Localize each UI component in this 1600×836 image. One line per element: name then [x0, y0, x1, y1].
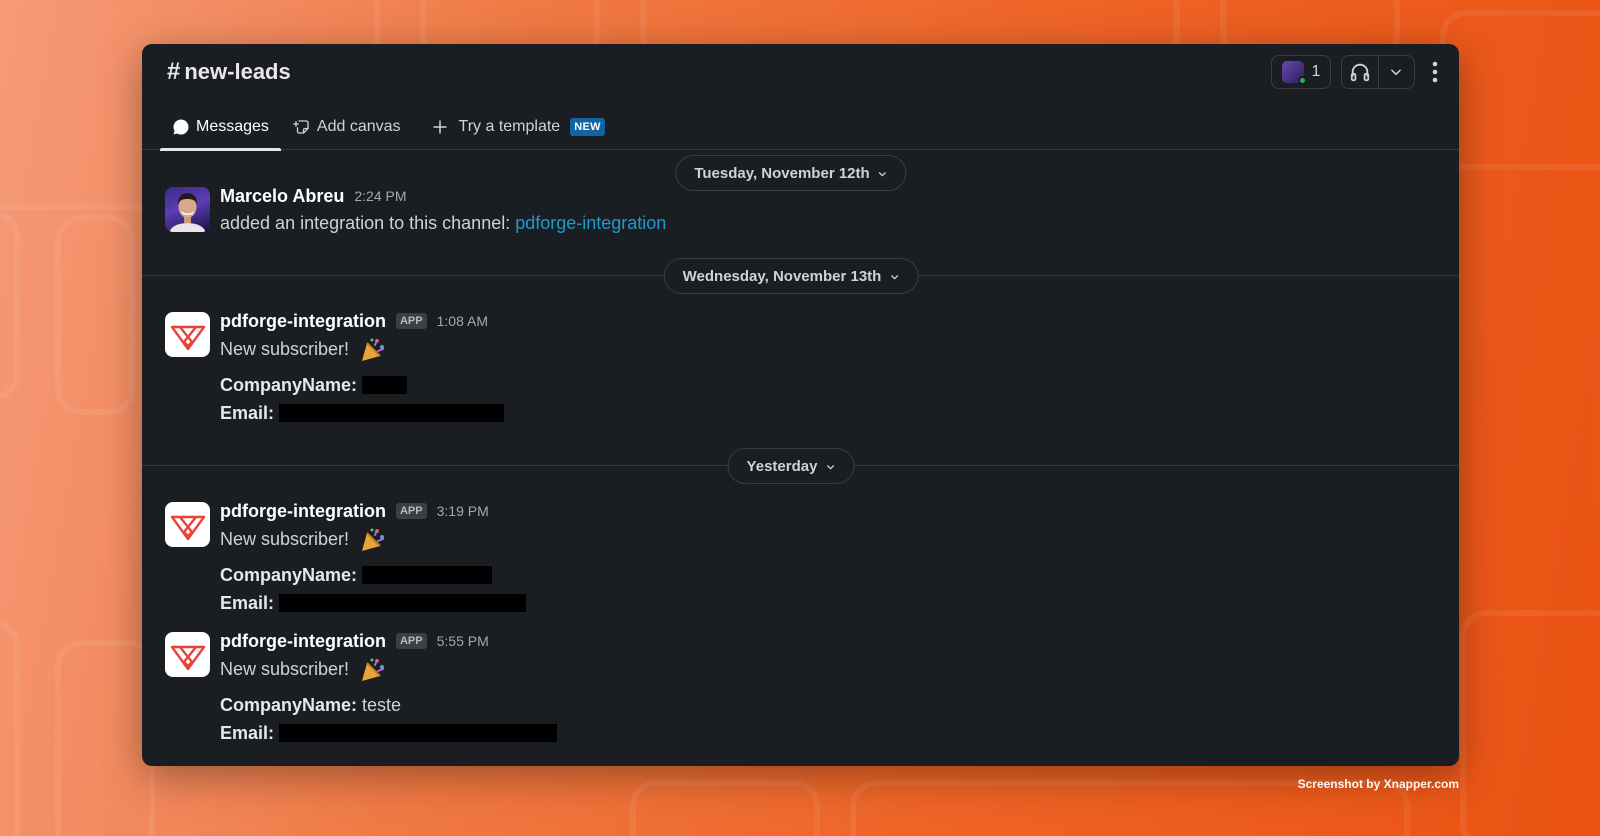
field-label: CompanyName: [220, 375, 358, 396]
new-badge: NEW [570, 117, 605, 136]
hash-icon: # [167, 58, 181, 85]
tab-messages[interactable]: Messages [160, 103, 281, 151]
member-count: 1 [1311, 63, 1321, 80]
tab-label: Add canvas [316, 117, 401, 135]
email-field: Email: [220, 719, 1439, 747]
slack-channel-window: # new-leads 1 Messages Add canvas Try a … [142, 44, 1459, 766]
members-button[interactable]: 1 [1271, 55, 1331, 89]
pdforge-logo-icon [170, 515, 205, 540]
message-text-body: New subscriber! [220, 659, 350, 679]
message-author[interactable]: pdforge-integration [220, 311, 386, 332]
app-badge: APP [395, 633, 427, 649]
background-tile [1440, 10, 1600, 170]
header-actions: 1 [1271, 55, 1445, 89]
app-badge: APP [395, 503, 427, 519]
redacted-block [279, 724, 558, 743]
avatar[interactable] [165, 632, 210, 677]
channel-tabs: Messages Add canvas Try a template NEW [160, 103, 617, 151]
background-tile [0, 620, 20, 836]
channel-name: new-leads [184, 59, 291, 84]
message-text: New subscriber! [220, 525, 1439, 553]
headphones-icon [1350, 63, 1369, 82]
redacted-block [362, 376, 408, 395]
confetti-icon [362, 338, 385, 362]
chevron-down-icon [890, 274, 898, 279]
online-status-dot [1297, 76, 1307, 85]
chevron-down-icon [1391, 69, 1402, 76]
message-text-body: New subscriber! [220, 339, 350, 359]
background-tile [55, 215, 135, 415]
message-text-body: New subscriber! [220, 529, 350, 549]
tab-label: Try a template [458, 117, 561, 135]
email-field: Email: [220, 589, 1439, 617]
message-item[interactable]: pdforge-integration APP 1:08 AM New subs… [165, 310, 1439, 427]
avatar[interactable] [165, 502, 210, 547]
background-tile [0, 210, 20, 400]
field-label: Email: [220, 593, 275, 614]
chevron-down-icon [879, 171, 887, 176]
date-label: Wednesday, November 13th [682, 267, 882, 285]
message-list: Tuesday, November 12th Marcelo Abreu 2:2… [142, 150, 1459, 766]
message-item[interactable]: pdforge-integration APP 3:19 PM New subs… [165, 500, 1439, 617]
date-label: Tuesday, November 12th [694, 164, 870, 182]
plus-icon [432, 119, 447, 134]
member-avatar [1281, 61, 1307, 85]
message-text-body: added an integration to this channel: [220, 213, 516, 233]
background-tile [1460, 610, 1600, 836]
tab-add-canvas[interactable]: Add canvas [281, 103, 413, 150]
tab-try-template[interactable]: Try a template NEW [419, 103, 617, 150]
company-name-field: CompanyName: teste [220, 691, 1439, 719]
huddle-button[interactable] [1342, 56, 1378, 88]
date-divider-button[interactable]: Wednesday, November 13th [663, 258, 919, 294]
field-label: Email: [220, 403, 275, 424]
date-label: Yesterday [746, 457, 818, 475]
field-label: CompanyName: [220, 695, 358, 716]
date-divider-button[interactable]: Yesterday [727, 448, 855, 484]
kebab-menu-icon [1432, 61, 1438, 83]
message-time[interactable]: 5:55 PM [437, 633, 489, 649]
background-tile [630, 780, 820, 836]
company-name-value: teste [362, 695, 402, 716]
more-options-button[interactable] [1425, 55, 1445, 89]
message-author[interactable]: Marcelo Abreu [220, 186, 344, 207]
message-time[interactable]: 2:24 PM [354, 188, 406, 204]
confetti-icon [362, 528, 385, 552]
redacted-block [279, 594, 527, 613]
channel-header: # new-leads 1 Messages Add canvas Try a … [142, 44, 1459, 151]
message-time[interactable]: 3:19 PM [437, 503, 489, 519]
field-label: CompanyName: [220, 565, 358, 586]
message-item[interactable]: Marcelo Abreu 2:24 PM added an integrati… [165, 185, 1439, 237]
avatar[interactable] [165, 187, 210, 232]
integration-link[interactable]: pdforge-integration [515, 213, 666, 233]
company-name-field: CompanyName: [220, 371, 1439, 399]
chat-bubble-icon [173, 119, 189, 134]
person-avatar-icon [169, 193, 206, 232]
screenshot-watermark: Screenshot by Xnapper.com [1297, 777, 1459, 791]
message-text: New subscriber! [220, 655, 1439, 683]
app-badge: APP [395, 313, 427, 329]
tab-label: Messages [196, 117, 269, 135]
pdforge-logo-icon [170, 325, 205, 350]
company-name-field: CompanyName: [220, 561, 1439, 589]
message-item[interactable]: pdforge-integration APP 5:55 PM New subs… [165, 630, 1439, 747]
chevron-down-icon [826, 464, 834, 469]
email-field: Email: [220, 399, 1439, 427]
message-time[interactable]: 1:08 AM [437, 313, 488, 329]
redacted-block [279, 404, 505, 423]
pdforge-logo-icon [170, 645, 205, 670]
channel-title[interactable]: # new-leads [167, 58, 291, 86]
huddle-options-button[interactable] [1379, 56, 1415, 88]
avatar[interactable] [165, 312, 210, 357]
message-text: added an integration to this channel: pd… [220, 209, 1439, 237]
field-label: Email: [220, 723, 275, 744]
message-author[interactable]: pdforge-integration [220, 501, 386, 522]
canvas-icon [292, 119, 309, 134]
redacted-block [362, 566, 493, 585]
confetti-icon [362, 658, 385, 682]
background-tile [55, 640, 155, 836]
message-author[interactable]: pdforge-integration [220, 631, 386, 652]
message-text: New subscriber! [220, 335, 1439, 363]
huddle-button-group [1341, 55, 1415, 89]
